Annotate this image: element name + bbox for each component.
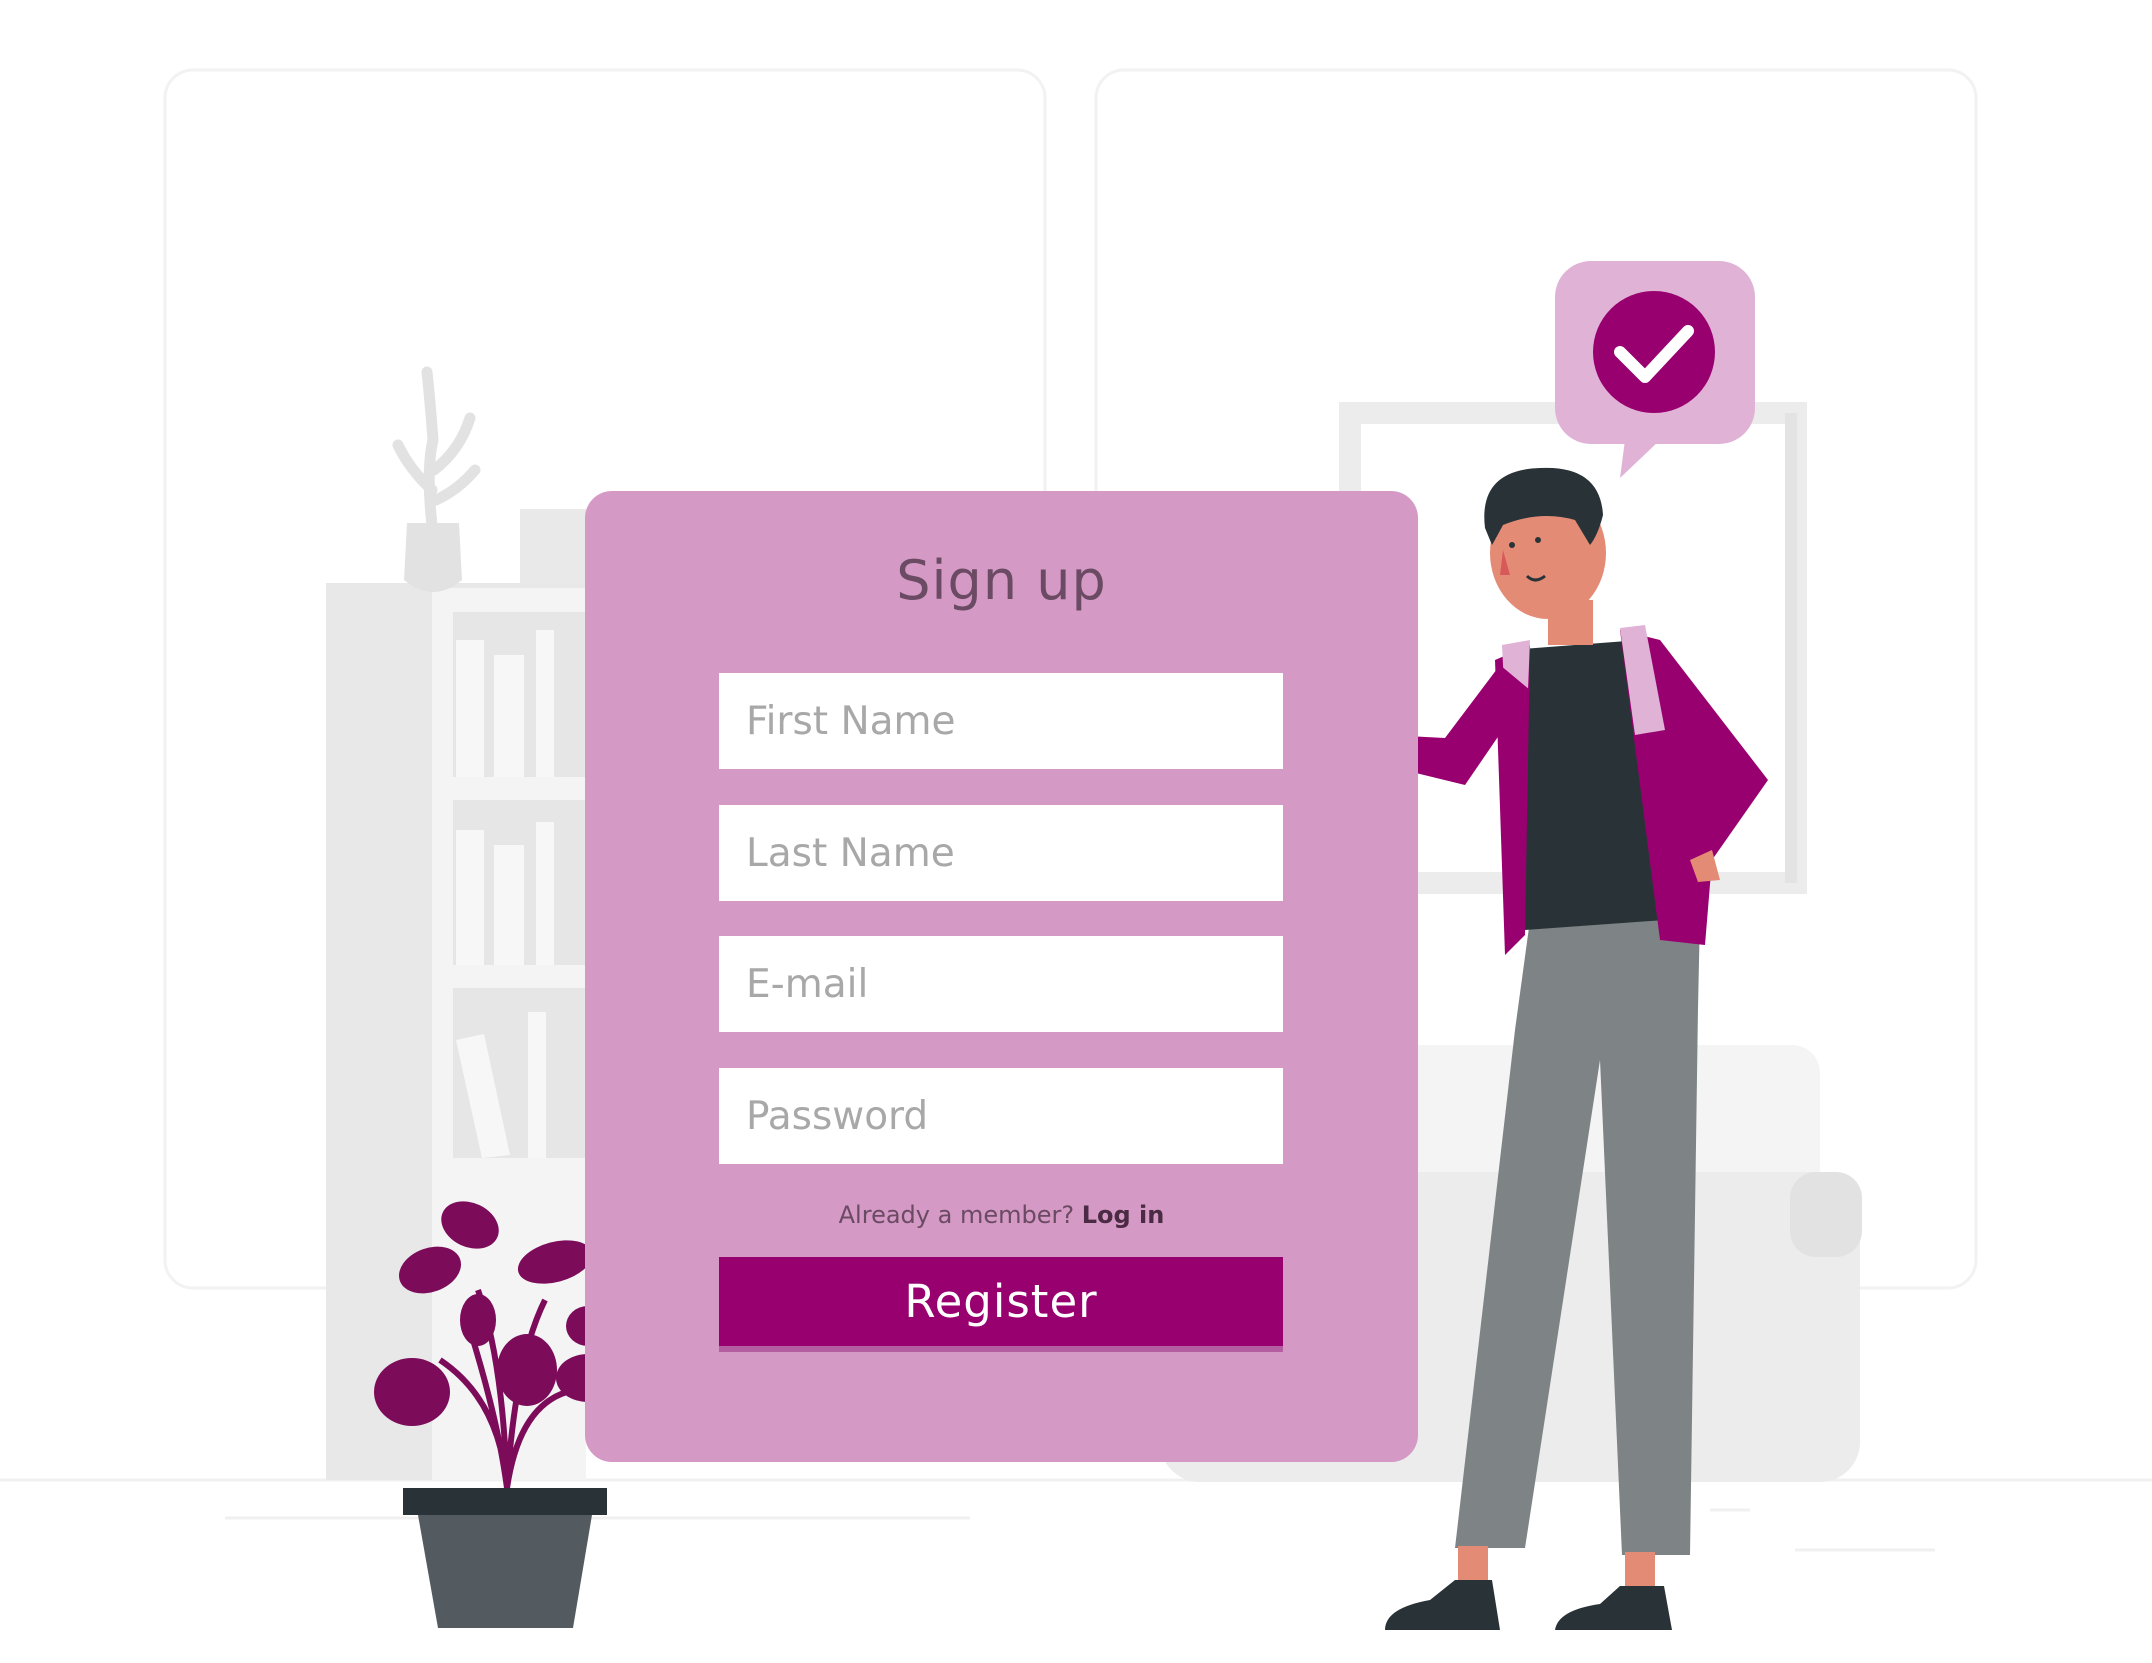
- register-button[interactable]: Register: [719, 1257, 1283, 1352]
- already-member-text: Already a member? Log in: [585, 1201, 1418, 1229]
- first-name-field[interactable]: [719, 673, 1283, 769]
- last-name-field[interactable]: [719, 805, 1283, 901]
- login-link[interactable]: Log in: [1082, 1201, 1165, 1229]
- signup-card: Sign up Already a member? Log in Registe…: [585, 491, 1418, 1462]
- email-field[interactable]: [719, 936, 1283, 1032]
- speech-bubble-icon: [1555, 261, 1755, 478]
- bookshelf: [326, 366, 586, 1480]
- checkmark-icon: [1593, 291, 1715, 413]
- member-label: Already a member?: [838, 1201, 1082, 1229]
- password-field[interactable]: [719, 1068, 1283, 1164]
- page-title: Sign up: [896, 549, 1107, 612]
